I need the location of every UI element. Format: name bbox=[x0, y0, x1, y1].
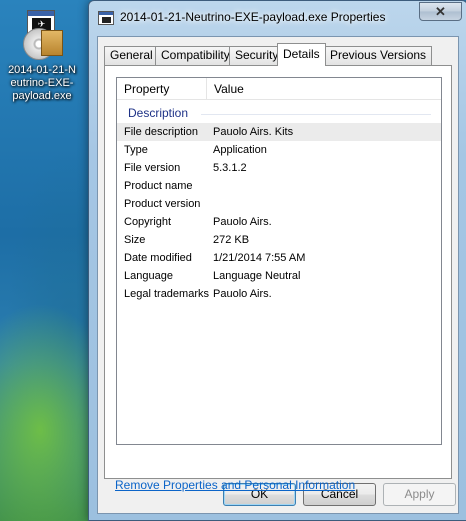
property-row-copyright[interactable]: Copyright Pauolo Airs. bbox=[117, 213, 441, 231]
property-value: Application bbox=[213, 144, 267, 156]
tab-details[interactable]: Details bbox=[277, 43, 326, 66]
property-row-file-description[interactable]: File description Pauolo Airs. Kits bbox=[117, 123, 441, 141]
close-button[interactable]: ✕ bbox=[419, 2, 462, 21]
tab-previous-versions[interactable]: Previous Versions bbox=[324, 46, 433, 65]
property-row-size[interactable]: Size 272 KB bbox=[117, 231, 441, 249]
desktop-file-icon[interactable]: ✈ 2014-01-21-Neutrino-EXE-payload.exe bbox=[2, 6, 82, 103]
tab-compatibility[interactable]: Compatibility bbox=[155, 46, 236, 65]
group-divider bbox=[201, 114, 431, 115]
app-icon bbox=[98, 11, 114, 25]
property-name: Date modified bbox=[124, 252, 192, 264]
property-value: 272 KB bbox=[213, 234, 250, 246]
remove-properties-link[interactable]: Remove Properties and Personal Informati… bbox=[115, 478, 355, 492]
property-row-product-name[interactable]: Product name bbox=[117, 177, 441, 195]
property-name: Legal trademarks bbox=[124, 288, 209, 300]
details-list[interactable]: Property Value Description File descript… bbox=[116, 77, 442, 445]
property-name: Size bbox=[124, 234, 146, 246]
property-value: Language Neutral bbox=[213, 270, 301, 282]
dialog-body: General Compatibility Security Details P… bbox=[97, 36, 459, 514]
group-title: Description bbox=[128, 106, 189, 120]
property-name: Copyright bbox=[124, 216, 172, 228]
property-value: 5.3.1.2 bbox=[213, 162, 247, 174]
property-name: File description bbox=[124, 126, 198, 138]
property-name: Type bbox=[124, 144, 148, 156]
property-row-type[interactable]: Type Application bbox=[117, 141, 441, 159]
property-row-legal-trademarks[interactable]: Legal trademarks Pauolo Airs. bbox=[117, 285, 441, 303]
installer-icon: ✈ bbox=[17, 6, 67, 60]
desktop-file-label: 2014-01-21-Neutrino-EXE-payload.exe bbox=[8, 64, 76, 102]
apply-button[interactable]: Apply bbox=[383, 483, 456, 506]
details-panel: Property Value Description File descript… bbox=[104, 65, 452, 492]
property-name: File version bbox=[124, 162, 181, 174]
property-row-file-version[interactable]: File version 5.3.1.2 bbox=[117, 159, 441, 177]
title-bar[interactable]: 2014-01-21-Neutrino-EXE-payload.exe Prop… bbox=[89, 1, 466, 35]
tab-general[interactable]: General bbox=[104, 46, 159, 65]
column-header-property[interactable]: Property bbox=[117, 78, 207, 100]
property-row-product-version[interactable]: Product version bbox=[117, 195, 441, 213]
property-value: 1/21/2014 7:55 AM bbox=[213, 252, 306, 264]
property-name: Product name bbox=[124, 180, 193, 192]
group-header-description: Description bbox=[117, 103, 441, 123]
list-header: Property Value bbox=[117, 78, 441, 100]
property-value: Pauolo Airs. bbox=[213, 288, 272, 300]
window-title: 2014-01-21-Neutrino-EXE-payload.exe Prop… bbox=[120, 10, 386, 24]
column-header-value[interactable]: Value bbox=[207, 78, 439, 100]
property-name: Product version bbox=[124, 198, 201, 210]
properties-window: 2014-01-21-Neutrino-EXE-payload.exe Prop… bbox=[88, 0, 466, 521]
property-value: Pauolo Airs. Kits bbox=[213, 126, 294, 138]
property-name: Language bbox=[124, 270, 173, 282]
property-row-date-modified[interactable]: Date modified 1/21/2014 7:55 AM bbox=[117, 249, 441, 267]
property-value: Pauolo Airs. bbox=[213, 216, 272, 228]
property-row-language[interactable]: Language Language Neutral bbox=[117, 267, 441, 285]
